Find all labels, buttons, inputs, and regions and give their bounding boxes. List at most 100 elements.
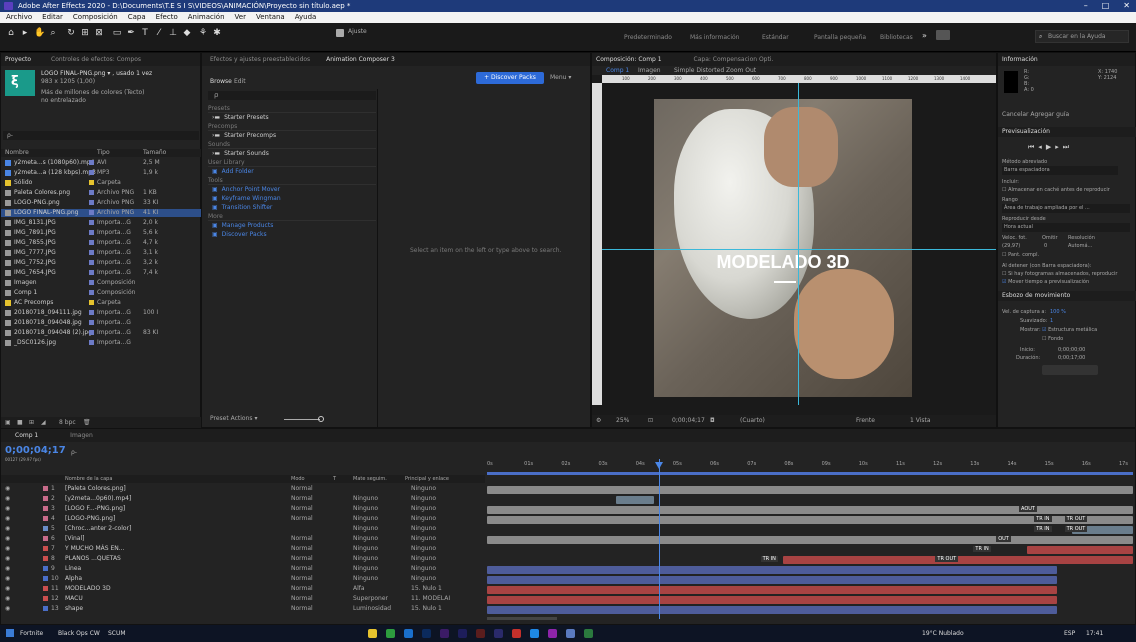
layer-mode-select[interactable]: Normal	[291, 505, 313, 513]
layer-name[interactable]: PLANOS ...QUETAS	[65, 555, 121, 563]
layer-matte-select[interactable]: Luminosidad	[353, 605, 391, 613]
layer-label-swatch[interactable]	[43, 566, 48, 571]
layer-mode-select[interactable]: Normal	[291, 595, 313, 603]
layer-label-swatch[interactable]	[43, 486, 48, 491]
discover-packs-button[interactable]: + Discover Packs	[476, 72, 544, 84]
crumb-comp1[interactable]: Comp 1	[606, 66, 629, 75]
col-tamano[interactable]: Tamaño	[143, 149, 166, 157]
layer-mode-select[interactable]: Normal	[291, 585, 313, 593]
label-color-swatch[interactable]	[89, 270, 94, 275]
layer-parent-select[interactable]: Ninguno	[411, 575, 436, 583]
view-select[interactable]: Frente	[856, 415, 875, 427]
cache-checkbox[interactable]: ☐ Almacenar en caché antes de reproducir	[1002, 187, 1110, 193]
composer-item[interactable]: ▣ Anchor Point Mover	[212, 186, 280, 194]
timeline-layer-row[interactable]: ◉ 5 [Chroc...anter 2-color] Ninguno Ninguno	[1, 525, 485, 533]
workspace-pantalla-pequena[interactable]: Pantalla pequeña	[814, 34, 866, 41]
camera-tool-icon[interactable]: ⊞	[80, 28, 90, 38]
tab-controles-efectos[interactable]: Controles de efectos: Compos	[51, 56, 141, 63]
visibility-eye-icon[interactable]: ◉	[5, 495, 10, 503]
snap-checkbox[interactable]	[336, 29, 344, 37]
project-item[interactable]: Paleta Colores.png Archivo PNG 1 KB	[1, 189, 201, 197]
mail-icon[interactable]	[566, 629, 575, 638]
composer-search-input[interactable]: ρ	[208, 91, 376, 100]
layer-mode-select[interactable]: Normal	[291, 535, 313, 543]
taskbar-fortnite[interactable]: Fortnite	[20, 625, 43, 642]
views-layout-select[interactable]: 1 Vista	[910, 415, 931, 427]
keyframe-marker[interactable]: TR IN	[1034, 516, 1052, 522]
col-tipo[interactable]: Tipo	[97, 149, 110, 157]
current-time[interactable]: 0;00;04;17	[5, 445, 66, 456]
layer-mode-select[interactable]: Normal	[291, 545, 313, 553]
layer-parent-select[interactable]: Ninguno	[411, 515, 436, 523]
stop-move-checkbox[interactable]: ☑ Mover tiempo a previsualización	[1002, 279, 1089, 285]
label-color-swatch[interactable]	[89, 320, 94, 325]
layer-matte-select[interactable]: Ninguno	[353, 545, 378, 553]
layer-parent-select[interactable]: Ninguno	[411, 545, 436, 553]
visibility-eye-icon[interactable]: ◉	[5, 525, 10, 533]
menu-ventana[interactable]: Ventana	[256, 12, 285, 23]
visibility-eye-icon[interactable]: ◉	[5, 505, 10, 513]
layer-name[interactable]: [LOGO F...-PNG.png]	[65, 505, 125, 513]
composer-browse-tab[interactable]: Browse	[210, 78, 232, 85]
project-item[interactable]: Comp 1 Composición	[1, 289, 201, 297]
layer-matte-select[interactable]: Ninguno	[353, 575, 378, 583]
tab-proyecto[interactable]: Proyecto	[5, 56, 31, 63]
skip-select[interactable]: 0	[1044, 243, 1047, 249]
clock[interactable]: 17:41	[1086, 625, 1103, 642]
project-item[interactable]: IMG_7855.JPG Importa...G 4,7 k	[1, 239, 201, 247]
project-item[interactable]: IMG_7777.JPG Importa...G 3,1 k	[1, 249, 201, 257]
layer-parent-select[interactable]: 11. MODELAI	[411, 595, 450, 603]
col-track-matte[interactable]: Mate seguim.	[353, 475, 387, 483]
project-item[interactable]: LOGO-PNG.png Archivo PNG 33 KI	[1, 199, 201, 207]
layer-duration-bar[interactable]	[487, 536, 1133, 544]
keyframe-marker[interactable]: TR IN	[760, 556, 778, 562]
help-search-input[interactable]: ⌕ Buscar en la Ayuda	[1035, 30, 1129, 43]
workspace-toggle-icon[interactable]	[936, 30, 950, 40]
method-select[interactable]: Barra espaciadora	[1002, 166, 1118, 175]
layer-label-swatch[interactable]	[43, 536, 48, 541]
start-icon[interactable]	[6, 629, 14, 637]
workspace-mas-informacion[interactable]: Más información	[690, 34, 739, 41]
label-color-swatch[interactable]	[89, 330, 94, 335]
timeline-layer-row[interactable]: ◉ 12 MACU Normal Superponer 11. MODELAI	[1, 595, 485, 603]
play-from-select[interactable]: Hora actual	[1002, 223, 1130, 232]
maximize-button[interactable]: □	[1102, 0, 1110, 12]
layer-mode-select[interactable]: Normal	[291, 515, 313, 523]
composer-item[interactable]: ›▬ Starter Presets	[212, 114, 269, 122]
timeline-layer-row[interactable]: ◉ 1 [Paleta Colores.png] Normal Ninguno	[1, 485, 485, 493]
layer-parent-select[interactable]: 15. Nulo 1	[411, 605, 442, 613]
col-mode[interactable]: Modo	[291, 475, 305, 483]
project-item[interactable]: y2meta...s (1080p60).mp4 AVI 2,5 M	[1, 159, 201, 167]
menu-capa[interactable]: Capa	[128, 12, 146, 23]
playhead-line[interactable]	[659, 459, 660, 619]
smooth-value[interactable]: 1	[1050, 318, 1053, 324]
taskbar-scum[interactable]: SCUM	[108, 625, 126, 642]
layer-matte-select[interactable]: Ninguno	[353, 525, 378, 533]
layer-name[interactable]: [Chroc...anter 2-color]	[65, 525, 131, 533]
layer-name[interactable]: shape	[65, 605, 83, 613]
layer-matte-select[interactable]: Ninguno	[353, 555, 378, 563]
timeline-layer-row[interactable]: ◉ 4 [LOGO-PNG.png] Normal Ninguno Ninguno	[1, 515, 485, 523]
layer-label-swatch[interactable]	[43, 516, 48, 521]
tab-efectos-ajustes[interactable]: Efectos y ajustes preestablecidos	[210, 56, 310, 63]
layer-name[interactable]: [LOGO-PNG.png]	[65, 515, 115, 523]
label-color-swatch[interactable]	[89, 340, 94, 345]
layer-name[interactable]: MODELADO 3D	[65, 585, 111, 593]
col-parent[interactable]: Principal y enlace	[405, 475, 449, 483]
project-item[interactable]: AC Precomps Carpeta	[1, 299, 201, 307]
timeline-layer-row[interactable]: ◉ 9 Línea Normal Ninguno Ninguno	[1, 565, 485, 573]
pen-tool-icon[interactable]: ✒	[126, 28, 136, 38]
project-item[interactable]: Sólido Carpeta	[1, 179, 201, 187]
language-indicator[interactable]: ESP	[1064, 625, 1075, 642]
layer-name[interactable]: [Vinal]	[65, 535, 84, 543]
after-effects-taskbar-icon[interactable]	[458, 629, 467, 638]
visibility-eye-icon[interactable]: ◉	[5, 535, 10, 543]
layer-parent-select[interactable]: Ninguno	[411, 485, 436, 493]
layer-matte-select[interactable]: Superponer	[353, 595, 388, 603]
taskbar-black-ops[interactable]: Black Ops CW	[58, 625, 100, 642]
layer-parent-select[interactable]: 15. Nulo 1	[411, 585, 442, 593]
menu-ayuda[interactable]: Ayuda	[295, 12, 317, 23]
label-color-swatch[interactable]	[89, 230, 94, 235]
zoom-level[interactable]: 25%	[616, 415, 629, 427]
project-item[interactable]: IMG_7752.JPG Importa...G 3,2 k	[1, 259, 201, 267]
